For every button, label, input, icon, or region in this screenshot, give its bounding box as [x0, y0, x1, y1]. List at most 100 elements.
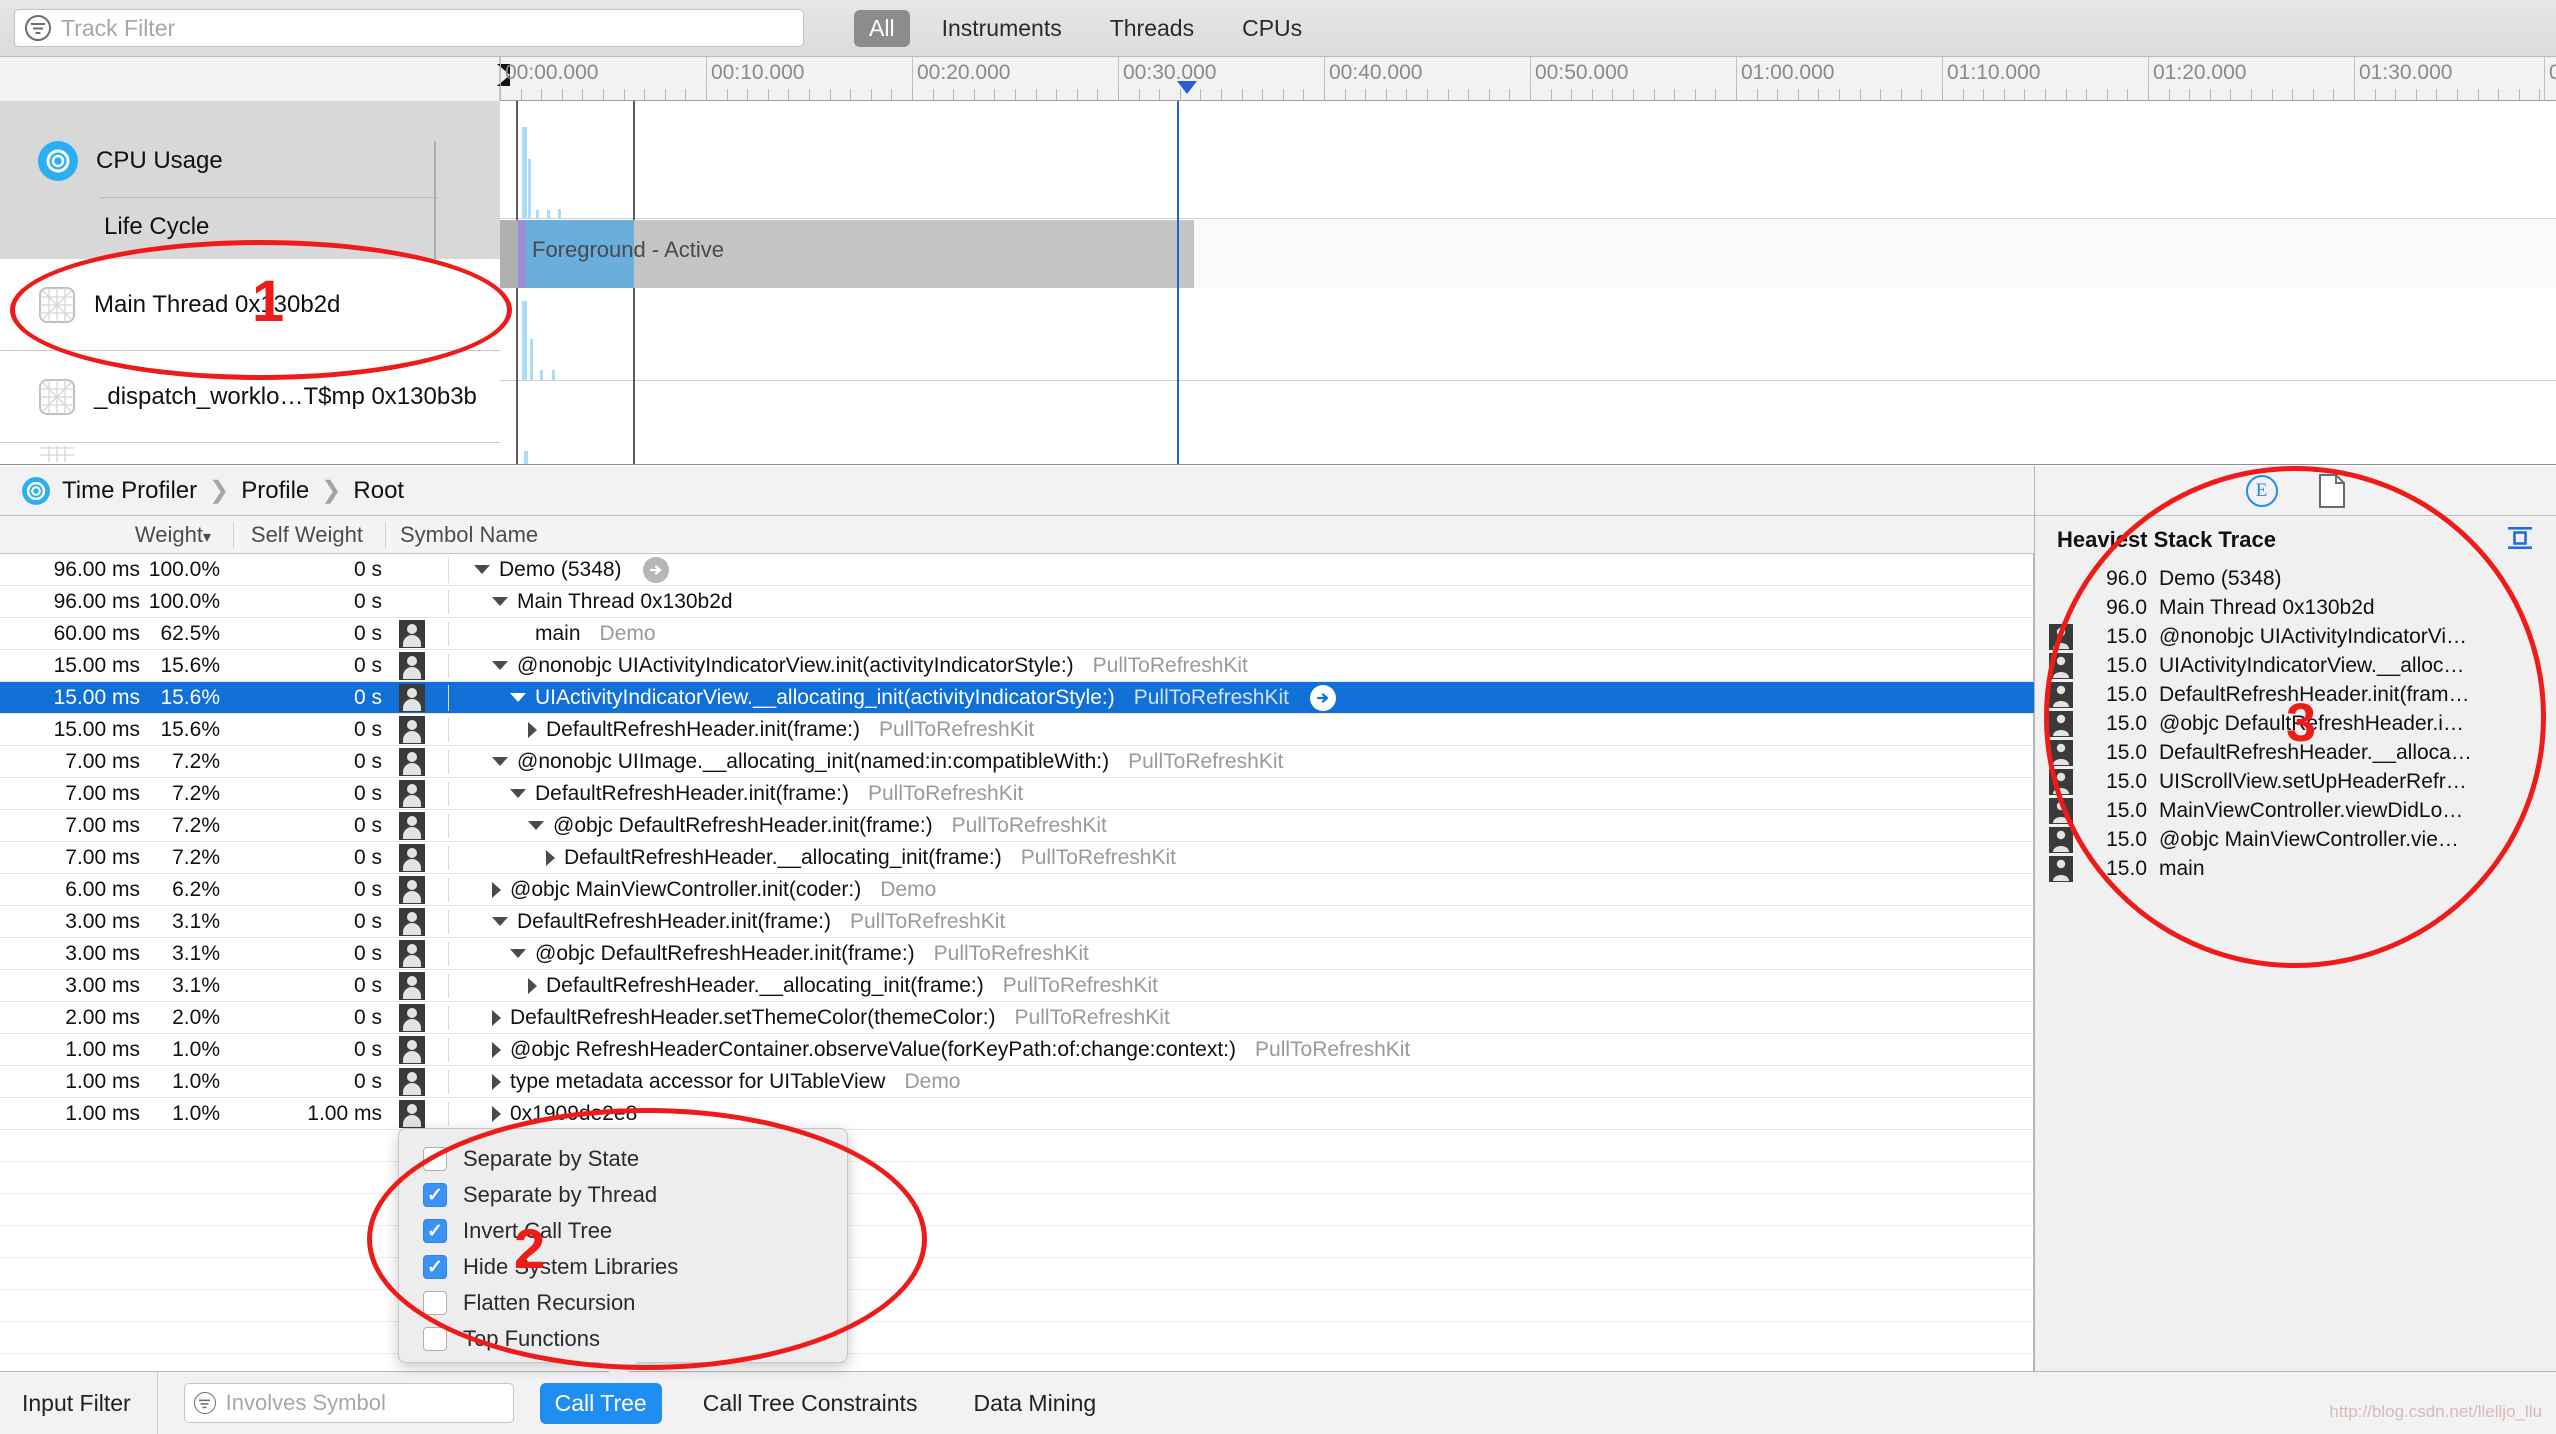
jump-to-source-icon[interactable] — [643, 557, 669, 583]
disclosure-down-icon[interactable] — [492, 661, 508, 670]
tab-threads[interactable]: Threads — [1094, 10, 1210, 47]
table-row[interactable]: 96.00 ms100.0%0 sMain Thread 0x130b2d — [0, 586, 2034, 618]
breadcrumb-item-root[interactable]: Root — [353, 477, 404, 505]
disclosure-down-icon[interactable] — [492, 917, 508, 926]
ruler-tick-minor — [1118, 89, 1119, 100]
call-tree-button[interactable]: Call Tree — [540, 1383, 662, 1424]
disclosure-right-icon[interactable] — [492, 882, 501, 898]
call-tree-constraints-button[interactable]: Call Tree Constraints — [688, 1383, 933, 1424]
checkbox[interactable] — [423, 1327, 447, 1351]
table-row[interactable]: 1.00 ms1.0%1.00 ms0x1909de2e8 — [0, 1098, 2034, 1130]
ruler-tick-minor — [1571, 89, 1572, 100]
state-band-label: Foreground - Active — [532, 237, 724, 263]
cell-weight-percent: 1.0% — [140, 1102, 232, 1126]
disclosure-down-icon[interactable] — [510, 693, 526, 702]
cpu-usage-graph — [500, 101, 700, 219]
symbol-label: DefaultRefreshHeader.setThemeColor(theme… — [510, 1006, 996, 1030]
cell-weight-percent: 3.1% — [140, 910, 232, 934]
ruler-tick-minor — [871, 89, 872, 100]
disclosure-right-icon[interactable] — [492, 1106, 501, 1122]
cell-weight: 7.00 ms — [0, 814, 140, 838]
playhead-marker-icon[interactable] — [1177, 81, 1197, 94]
track-row-partial[interactable] — [0, 443, 500, 465]
cell-weight: 1.00 ms — [0, 1038, 140, 1062]
disclosure-right-icon[interactable] — [492, 1010, 501, 1026]
table-row[interactable]: 7.00 ms7.2%0 s@nonobjc UIImage.__allocat… — [0, 746, 2034, 778]
ruler-tick-label: 00:50.000 — [1535, 61, 1628, 85]
cell-weight: 96.00 ms — [0, 590, 140, 614]
table-row[interactable]: 7.00 ms7.2%0 sDefaultRefreshHeader.init(… — [0, 778, 2034, 810]
breadcrumb-item-time-profiler[interactable]: Time Profiler — [62, 477, 197, 505]
data-mining-button[interactable]: Data Mining — [958, 1383, 1111, 1424]
tab-all[interactable]: All — [854, 10, 910, 47]
disclosure-down-icon[interactable] — [492, 757, 508, 766]
table-row[interactable]: 1.00 ms1.0%0 s@objc RefreshHeaderContain… — [0, 1034, 2034, 1066]
ruler-tick-minor — [562, 89, 563, 100]
disclosure-right-icon[interactable] — [528, 722, 537, 738]
track-timeline-canvas[interactable]: Foreground - Active — [500, 101, 2556, 465]
track-filter-input[interactable]: Track Filter — [14, 9, 804, 47]
ruler-tick-minor — [1592, 89, 1593, 100]
table-row[interactable]: 7.00 ms7.2%0 sDefaultRefreshHeader.__all… — [0, 842, 2034, 874]
tab-instruments[interactable]: Instruments — [926, 10, 1078, 47]
table-row[interactable]: 15.00 ms15.6%0 sUIActivityIndicatorView.… — [0, 682, 2034, 714]
table-row[interactable]: 3.00 ms3.1%0 sDefaultRefreshHeader.__all… — [0, 970, 2034, 1002]
ruler-tick-minor — [521, 89, 522, 100]
ruler-tick-minor — [850, 89, 851, 100]
table-row[interactable]: 3.00 ms3.1%0 sDefaultRefreshHeader.init(… — [0, 906, 2034, 938]
cell-weight-percent: 7.2% — [140, 846, 232, 870]
filter-icon — [194, 1392, 216, 1414]
cell-weight: 1.00 ms — [0, 1070, 140, 1094]
table-row[interactable]: 15.00 ms15.6%0 s@nonobjc UIActivityIndic… — [0, 650, 2034, 682]
disclosure-down-icon[interactable] — [510, 949, 526, 958]
cell-weight: 2.00 ms — [0, 1006, 140, 1030]
stack-icon-placeholder — [2049, 566, 2073, 592]
ruler-tick-minor — [2169, 89, 2170, 100]
thread-icon — [38, 446, 76, 462]
table-row[interactable]: 7.00 ms7.2%0 s@objc DefaultRefreshHeader… — [0, 810, 2034, 842]
track-group-cpu-usage[interactable]: CPU Usage Life Cycle + — [0, 101, 500, 259]
ruler-tick-minor — [2004, 89, 2005, 100]
symbol-label: DefaultRefreshHeader.init(frame:) — [546, 718, 860, 742]
table-row[interactable]: 1.00 ms1.0%0 stype metadata accessor for… — [0, 1066, 2034, 1098]
disclosure-right-icon[interactable] — [492, 1042, 501, 1058]
table-row[interactable]: 60.00 ms62.5%0 smainDemo — [0, 618, 2034, 650]
cell-weight: 15.00 ms — [0, 654, 140, 678]
column-header-self-weight[interactable]: Self Weight — [233, 522, 363, 548]
timeline-ruler[interactable]: 00:00.000 00:10.000 00:20.000 00:30.000 … — [0, 57, 2556, 101]
table-row[interactable]: 6.00 ms6.2%0 s@objc MainViewController.i… — [0, 874, 2034, 906]
table-row[interactable]: 3.00 ms3.1%0 s@objc DefaultRefreshHeader… — [0, 938, 2034, 970]
table-row[interactable]: 15.00 ms15.6%0 sDefaultRefreshHeader.ini… — [0, 714, 2034, 746]
ruler-tick-minor — [1983, 89, 1984, 100]
dispatch-thread-samples — [500, 382, 700, 465]
disclosure-right-icon[interactable] — [528, 978, 537, 994]
disclosure-right-icon[interactable] — [546, 850, 555, 866]
disclosure-down-icon[interactable] — [528, 821, 544, 830]
column-header-symbol-name[interactable]: Symbol Name — [385, 522, 538, 548]
user-symbol-icon — [398, 1067, 426, 1097]
disclosure-down-icon[interactable] — [510, 789, 526, 798]
library-label: PullToRefreshKit — [1003, 974, 1158, 998]
ruler-tick-minor — [1942, 89, 1943, 100]
disclosure-right-icon[interactable] — [492, 1074, 501, 1090]
jump-to-source-icon[interactable] — [1310, 685, 1336, 711]
ruler-tick-minor — [1695, 89, 1696, 100]
cell-symbol-name: DefaultRefreshHeader.init(frame:)PullToR… — [448, 782, 2034, 806]
involves-symbol-input[interactable]: Involves Symbol — [184, 1383, 514, 1423]
breadcrumb-item-profile[interactable]: Profile — [241, 477, 309, 505]
main-thread-samples — [500, 289, 700, 381]
table-row[interactable]: 2.00 ms2.0%0 sDefaultRefreshHeader.setTh… — [0, 1002, 2034, 1034]
cell-weight: 7.00 ms — [0, 846, 140, 870]
table-row[interactable]: 96.00 ms100.0%0 sDemo (5348) — [0, 554, 2034, 586]
column-header-weight[interactable]: Weight▾ — [0, 522, 215, 548]
time-cursor[interactable] — [1177, 101, 1179, 465]
ruler-tick-minor — [933, 89, 934, 100]
disclosure-down-icon[interactable] — [474, 565, 490, 574]
cell-weight-percent: 15.6% — [140, 686, 232, 710]
ruler-tick-minor — [1283, 89, 1284, 100]
disclosure-down-icon[interactable] — [492, 597, 508, 606]
table-body: 96.00 ms100.0%0 sDemo (5348)96.00 ms100.… — [0, 554, 2034, 1371]
cell-symbol-name: DefaultRefreshHeader.__allocating_init(f… — [448, 846, 2034, 870]
collapse-icon[interactable] — [2506, 524, 2534, 557]
tab-cpus[interactable]: CPUs — [1226, 10, 1318, 47]
